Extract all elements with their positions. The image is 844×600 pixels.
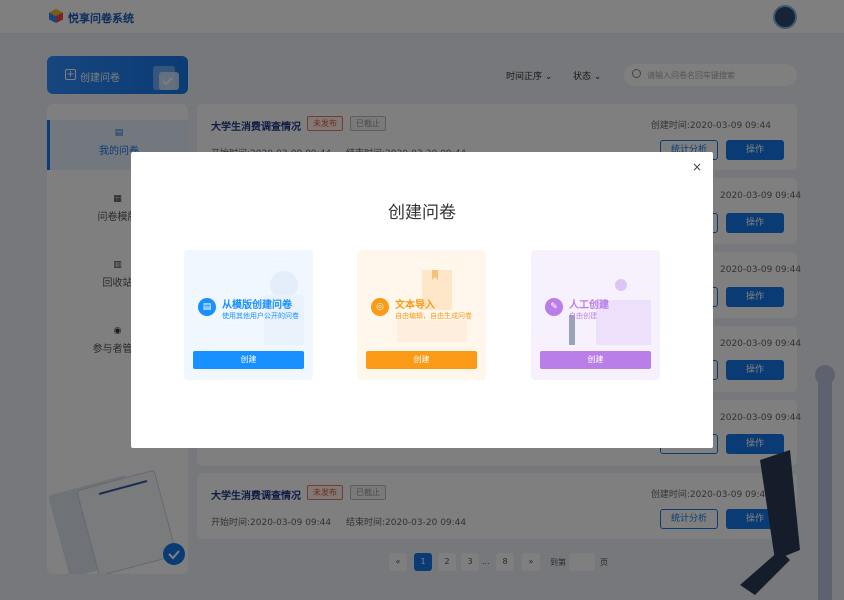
template-option-icon: ▤ [198, 298, 216, 316]
manual-option-icon: ✎ [545, 298, 563, 316]
close-icon[interactable]: × [691, 161, 703, 173]
option-title: 人工创建 [569, 300, 609, 311]
option-subtitle: 使用其他用户公开的问卷 [222, 312, 299, 320]
create-text-import-button[interactable]: 创建 [366, 351, 477, 369]
option-from-template[interactable]: ▤ 从模版创建问卷 使用其他用户公开的问卷 创建 [184, 250, 313, 380]
option-subtitle: 自由编辑，自由生成问卷 [395, 312, 472, 320]
option-subtitle: 自由创建 [569, 312, 597, 320]
option-text-import[interactable]: ◎ 文本导入 自由编辑，自由生成问卷 创建 [357, 250, 486, 380]
option-title: 文本导入 [395, 300, 435, 311]
import-option-icon: ◎ [371, 298, 389, 316]
create-from-template-button[interactable]: 创建 [193, 351, 304, 369]
option-manual-create[interactable]: ✎ 人工创建 自由创建 创建 [531, 250, 660, 380]
option-title: 从模版创建问卷 [222, 300, 292, 311]
modal-title: 创建问卷 [388, 203, 456, 223]
create-survey-modal: × 创建问卷 ▤ 从模版创建问卷 使用其他用户公开的问卷 创建 ◎ 文本导入 自… [131, 152, 713, 448]
create-manual-button[interactable]: 创建 [540, 351, 651, 369]
